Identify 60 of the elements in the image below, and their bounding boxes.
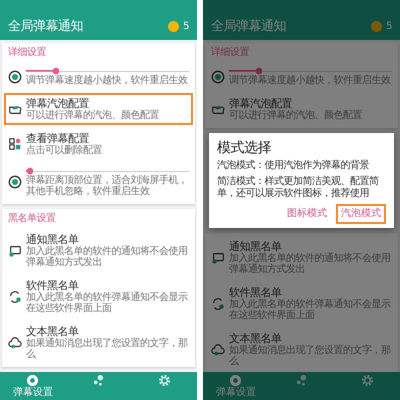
dialog-title: 模式选择 [217,140,272,156]
dialog-text: 汽泡模式：使用汽泡作为弹幕的背景 [217,160,370,172]
setting-description: 调节弹幕速度越小越快，软件重启生效 [229,75,392,86]
item-title: 通知黑名单 [229,240,282,253]
item-title: 弹幕汽泡配置 [26,97,90,110]
mode-button[interactable]: 图标模式 [282,204,332,224]
disc-icon [211,70,225,84]
app-title: 全局弹幕通知 [211,18,287,35]
settings-item[interactable]: 通知黑名单 加入此黑名单的软件的通知将不会使用弹幕通知方式发出 [207,236,396,279]
nav-tab[interactable]: 弹幕设置 [203,372,269,400]
settings-item[interactable]: 文本黑名单 如果通知消息出现了您设置的文字，那么 [4,321,193,364]
settings-icon [360,374,374,387]
cloud-icon [8,336,22,350]
section-label: 详细设置 [210,46,250,60]
item-description: 加入此黑名单的软件弹幕通知不会显示在这些软件界面上面 [26,292,189,314]
setting-description: 弹幕距离顶部位置，适合刘海屏手机，其他手机忽略，软件重启生效 [26,175,188,197]
settings-item[interactable]: 通知黑名单 加入此黑名单的软件的通知将不会使用弹幕通知方式发出 [4,229,193,272]
dialog-text: 简洁模式：样式更加简洁美观、配置简单，还可以展示软件图标，推荐使用 [217,176,380,200]
settings-item[interactable]: 软件黑名单 加入此黑名单的软件弹幕通知不会显示在这些软件界面上面 [4,275,193,318]
dots-icon [295,374,308,387]
item-description: 点击可以删除配置 [26,145,103,156]
item-title: 软件黑名单 [229,286,282,299]
coin-count: 5 [183,20,189,32]
item-description: 可以进行弹幕的汽泡、颜色配置 [26,110,160,121]
settings-item[interactable]: 弹幕汽泡配置 可以进行弹幕的汽泡、颜色配置 [207,93,396,125]
mode-button[interactable]: 汽泡模式 [336,204,386,224]
item-title: 弹幕汽泡配置 [229,97,293,110]
coin-icon [371,20,382,32]
item-description: 加入此黑名单的软件的通知将不会使用弹幕通知方式发出 [26,246,188,268]
settings-item[interactable]: 弹幕汽泡配置 可以进行弹幕的汽泡、颜色配置 [4,93,193,125]
coin-count: 5 [386,20,392,32]
coin-icon [168,20,180,32]
item-description: 可以进行弹幕的汽泡、颜色配置 [229,110,363,121]
settings-icon [158,374,171,387]
item-description: 如果通知消息出现了您设置的文字，那么 [26,338,188,360]
item-description: 加入此黑名单的软件的通知将不会使用弹幕通知方式发出 [229,253,392,275]
item-title: 通知黑名单 [26,233,78,246]
nav-tab[interactable]: 弹幕设置 [0,372,66,400]
setting-description: 调节弹幕速度越小越快，软件重启生效 [26,75,188,86]
cloud-icon [211,342,225,356]
item-title: 文本黑名单 [229,332,282,345]
app-title: 全局弹幕通知 [8,18,84,35]
swap-icon [8,290,22,304]
item-title: 软件黑名单 [26,279,78,292]
item-title: 查看弹幕配置 [26,132,90,145]
screen-icon [211,250,225,264]
screen-icon [8,244,22,258]
settings-item[interactable]: 查看弹幕配置 点击可以删除配置 [4,128,193,160]
item-description: 加入此黑名单的软件弹幕通知不会显示在这些软件界面上面 [229,299,392,321]
dots-icon [92,374,105,387]
disc-icon [8,70,22,84]
item-title: 文本黑名单 [26,325,78,338]
disc-icon [8,175,22,189]
settings-item[interactable]: 文本黑名单 如果通知消息出现了您设置的文字，那么 [207,328,396,371]
item-description: 如果通知消息出现了您设置的文字，那么 [229,345,392,367]
swap-icon [211,296,225,310]
section-label: 黑名单设置 [7,212,56,226]
section-label: 详细设置 [7,46,47,60]
settings-item[interactable]: 软件黑名单 加入此黑名单的软件弹幕通知不会显示在这些软件界面上面 [207,282,396,325]
grid-icon [8,137,22,151]
